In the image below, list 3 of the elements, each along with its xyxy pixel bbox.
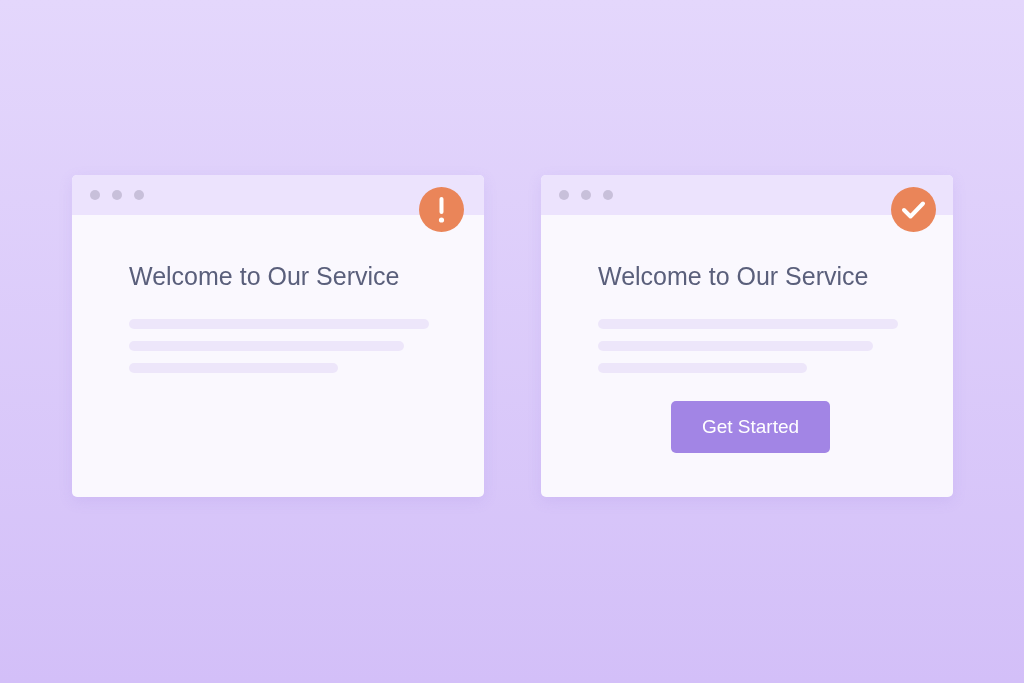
welcome-heading: Welcome to Our Service xyxy=(598,261,870,292)
get-started-button[interactable]: Get Started xyxy=(671,401,830,453)
welcome-heading: Welcome to Our Service xyxy=(129,261,401,292)
